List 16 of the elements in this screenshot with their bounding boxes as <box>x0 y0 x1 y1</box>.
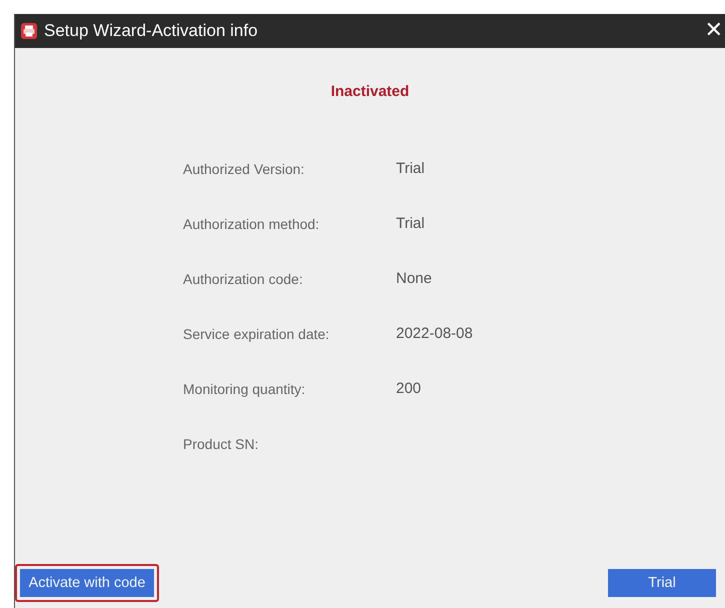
field-label: Authorized Version: <box>183 160 306 176</box>
field-value: 200 <box>396 380 422 397</box>
window-title: Setup Wizard-Activation info <box>44 21 259 41</box>
field-label: Monitoring quantity: <box>183 380 306 396</box>
close-button[interactable]: ✕ <box>704 20 725 42</box>
field-value: None <box>396 270 432 287</box>
printer-icon <box>21 23 37 39</box>
field-label: Service expiration date: <box>183 326 330 342</box>
field-value: Trial <box>396 215 425 232</box>
field-label: Authorization code: <box>183 270 304 286</box>
field-value: Trial <box>396 160 425 177</box>
field-label: Authorization method: <box>183 216 320 232</box>
activate-button[interactable]: Activate with code <box>15 564 159 602</box>
activation-status: Inactivated <box>330 83 410 102</box>
field-value: 2022-08-08 <box>396 325 473 342</box>
field-label: Product SN: <box>183 436 260 452</box>
